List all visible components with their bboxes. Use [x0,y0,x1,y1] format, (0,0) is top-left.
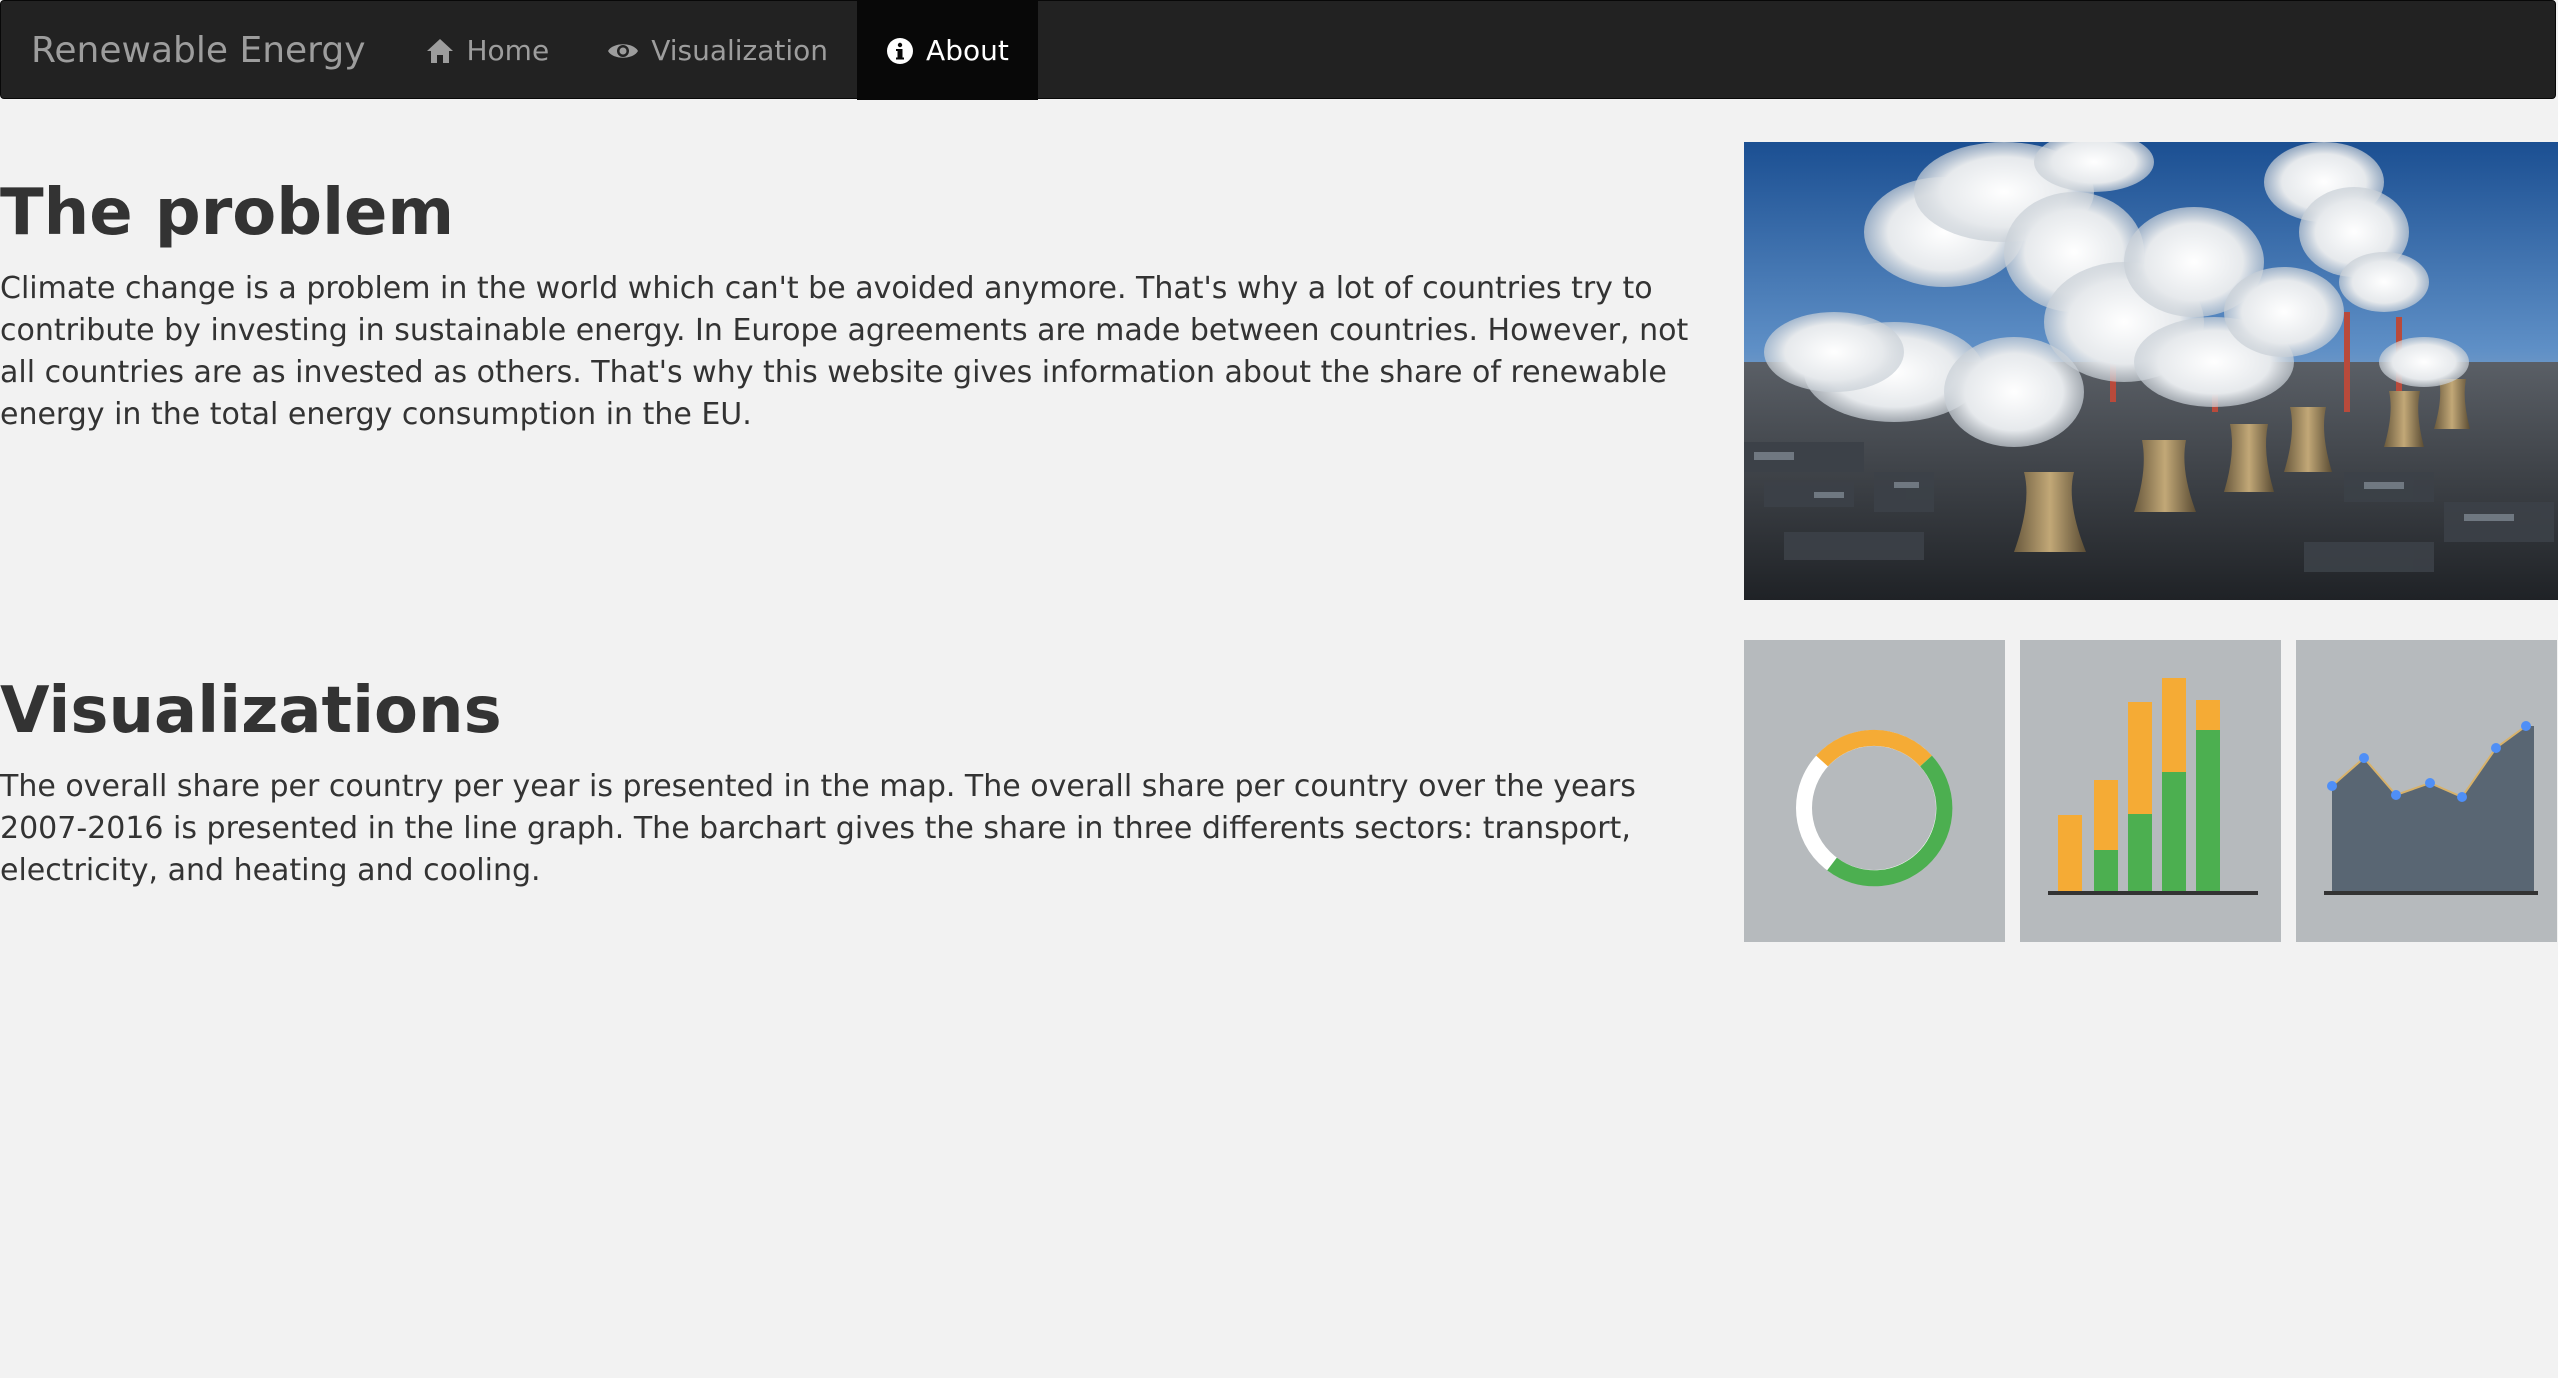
info-icon [886,37,914,65]
donut-chart-icon [1796,729,1953,887]
area-chart-icon [2324,721,2538,895]
navbar-brand[interactable]: Renewable Energy [1,1,396,98]
stacked-bar-chart-icon [2048,678,2258,895]
power-plant-image [1744,142,2558,600]
about-page: Renewable Energy Home Visualization Abou… [0,0,2558,1378]
visualizations-heading: Visualizations [0,674,502,748]
nav-item-home[interactable]: Home [396,1,579,100]
navbar: Renewable Energy Home Visualization Abou… [0,0,2556,100]
home-icon [425,37,455,65]
eye-icon [607,39,639,63]
area-chart-thumbnail [2296,640,2557,942]
nav-item-home-label: Home [466,34,550,67]
nav-item-about[interactable]: About [857,1,1038,100]
problem-heading: The problem [0,176,455,250]
nav-item-visualization[interactable]: Visualization [578,1,857,100]
nav-item-about-label: About [926,34,1009,67]
bar-chart-thumbnail [2020,640,2281,942]
donut-chart-thumbnail [1744,640,2005,942]
nav-item-visualization-label: Visualization [651,34,829,67]
visualizations-text: The overall share per country per year i… [0,769,1636,888]
problem-text: Climate change is a problem in the world… [0,271,1689,432]
